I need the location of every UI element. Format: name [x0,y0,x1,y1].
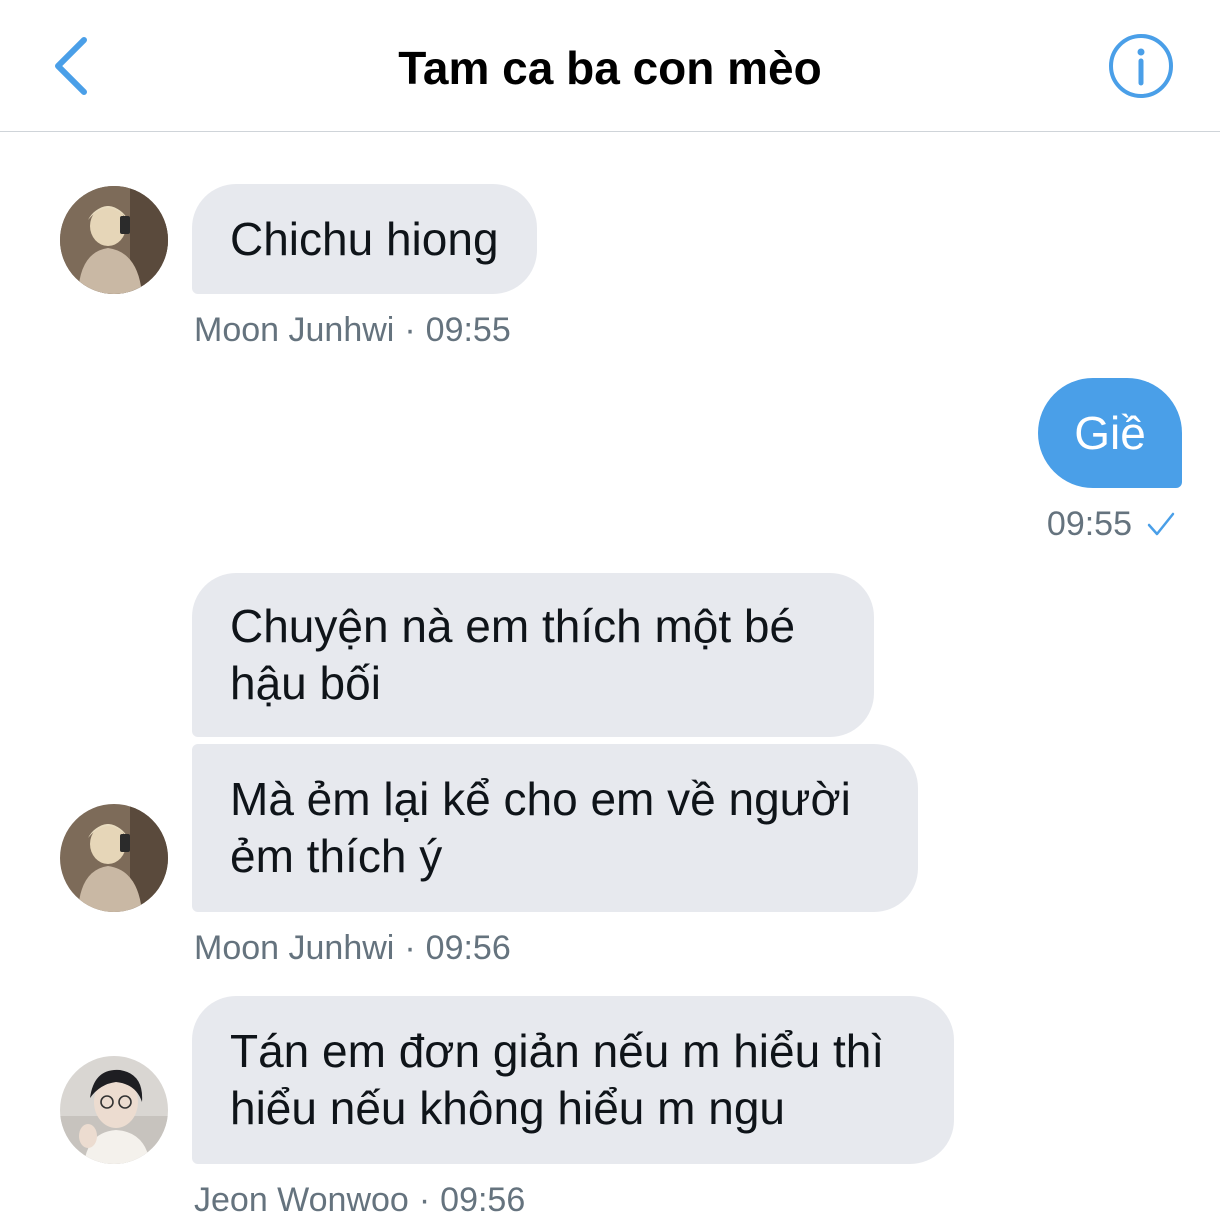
sender-name: Jeon Wonwoo [194,1181,409,1219]
message-meta: Moon Junhwi · 09:56 [194,929,511,967]
avatar-image [60,186,168,294]
message-text: Chuyện nà em thích một bé hậu bối [230,600,796,709]
message-text: Chichu hiong [230,212,499,265]
avatar-moon-junhwi[interactable] [60,804,168,912]
conversation-title: Tam ca ba con mèo [398,42,822,94]
message-meta: Moon Junhwi · 09:55 [194,311,511,349]
info-button[interactable] [1108,33,1174,99]
info-circle-icon [1109,34,1173,98]
message-time: 09:55 [425,311,511,349]
avatar-image [60,1056,168,1164]
outgoing-message-meta: 09:55 [1047,504,1176,544]
message-bubble[interactable]: Tán em đơn giản nếu m hiểu thì hiểu nếu … [192,996,954,1164]
message-text: Mà ẻm lại kể cho em về người ẻm thích ý [230,773,851,882]
message-time: 09:56 [425,929,511,967]
outgoing-message-bubble[interactable]: Giề [1038,378,1182,488]
message-bubble[interactable]: Chuyện nà em thích một bé hậu bối [192,573,874,737]
message-bubble[interactable]: Chichu hiong [192,184,537,294]
avatar-jeon-wonwoo[interactable] [60,1056,168,1164]
sender-name: Moon Junhwi [194,929,395,967]
avatar-moon-junhwi[interactable] [60,186,168,294]
avatar-image [60,804,168,912]
sender-name: Moon Junhwi [194,311,395,349]
message-time: 09:56 [440,1181,526,1219]
message-time: 09:55 [1046,505,1132,543]
message-meta: Jeon Wonwoo · 09:56 [194,1181,526,1219]
checkmark-icon [1146,509,1176,539]
message-bubble[interactable]: Mà ẻm lại kể cho em về người ẻm thích ý [192,744,918,912]
message-text: Tán em đơn giản nếu m hiểu thì hiểu nếu … [230,1025,885,1134]
conversation-header: Tam ca ba con mèo [0,0,1220,132]
message-text: Giề [1074,406,1146,459]
